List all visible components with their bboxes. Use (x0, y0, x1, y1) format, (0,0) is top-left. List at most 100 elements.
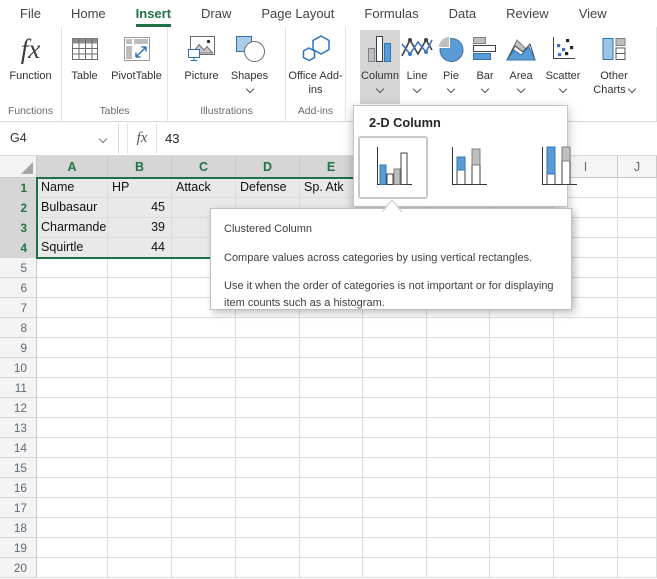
row-header-6[interactable]: 6 (0, 278, 37, 298)
cell-h18[interactable] (490, 518, 554, 538)
tab-insert[interactable]: Insert (135, 0, 172, 27)
row-header-11[interactable]: 11 (0, 378, 37, 398)
cell-e17[interactable] (300, 498, 363, 518)
cell-b17[interactable] (108, 498, 172, 518)
cell-d13[interactable] (236, 418, 300, 438)
row-header-9[interactable]: 9 (0, 338, 37, 358)
row-header-2[interactable]: 2 (0, 198, 37, 218)
cell-h14[interactable] (490, 438, 554, 458)
cell-j20[interactable] (618, 558, 657, 578)
cell-b19[interactable] (108, 538, 172, 558)
cell-i20[interactable] (554, 558, 618, 578)
cell-a7[interactable] (37, 298, 108, 318)
cell-e14[interactable] (300, 438, 363, 458)
cell-d12[interactable] (236, 398, 300, 418)
cell-e8[interactable] (300, 318, 363, 338)
row-header-5[interactable]: 5 (0, 258, 37, 278)
cell-h10[interactable] (490, 358, 554, 378)
row-header-13[interactable]: 13 (0, 418, 37, 438)
cell-g15[interactable] (427, 458, 490, 478)
cell-g16[interactable] (427, 478, 490, 498)
cell-i17[interactable] (554, 498, 618, 518)
cell-i14[interactable] (554, 438, 618, 458)
cell-a19[interactable] (37, 538, 108, 558)
cell-e12[interactable] (300, 398, 363, 418)
cell-d1[interactable]: Defense (236, 178, 300, 198)
cell-j11[interactable] (618, 378, 657, 398)
tab-page-layout[interactable]: Page Layout (261, 0, 334, 27)
cell-f18[interactable] (363, 518, 427, 538)
cell-a6[interactable] (37, 278, 108, 298)
table-button[interactable]: Table (63, 30, 107, 104)
cell-b10[interactable] (108, 358, 172, 378)
cell-e18[interactable] (300, 518, 363, 538)
cell-b20[interactable] (108, 558, 172, 578)
cell-c15[interactable] (172, 458, 236, 478)
dropdown-chevron-icon[interactable] (558, 84, 568, 93)
cell-i18[interactable] (554, 518, 618, 538)
name-box[interactable]: G4 (0, 123, 119, 154)
cell-b8[interactable] (108, 318, 172, 338)
cell-f20[interactable] (363, 558, 427, 578)
cell-j4[interactable] (618, 238, 657, 258)
cell-i12[interactable] (554, 398, 618, 418)
cell-c16[interactable] (172, 478, 236, 498)
cell-j12[interactable] (618, 398, 657, 418)
cell-f19[interactable] (363, 538, 427, 558)
cell-f10[interactable] (363, 358, 427, 378)
cell-g20[interactable] (427, 558, 490, 578)
cell-c9[interactable] (172, 338, 236, 358)
cell-i8[interactable] (554, 318, 618, 338)
stacked-column-option[interactable] (436, 136, 500, 194)
column-header-j[interactable]: J (618, 156, 657, 178)
cell-h16[interactable] (490, 478, 554, 498)
cell-e20[interactable] (300, 558, 363, 578)
office-add-ins-button[interactable]: Office Add-ins (288, 30, 344, 104)
tab-data[interactable]: Data (449, 0, 476, 27)
row-header-10[interactable]: 10 (0, 358, 37, 378)
cell-d18[interactable] (236, 518, 300, 538)
cell-d17[interactable] (236, 498, 300, 518)
cell-a9[interactable] (37, 338, 108, 358)
stacked-column-100-option[interactable] (526, 136, 590, 194)
column-button[interactable]: Column (360, 30, 400, 104)
area-button[interactable]: Area (502, 30, 540, 104)
cell-j14[interactable] (618, 438, 657, 458)
cell-g11[interactable] (427, 378, 490, 398)
cell-a12[interactable] (37, 398, 108, 418)
cell-h17[interactable] (490, 498, 554, 518)
cell-h20[interactable] (490, 558, 554, 578)
row-header-4[interactable]: 4 (0, 238, 37, 258)
dropdown-chevron-icon[interactable] (627, 84, 636, 93)
cell-f8[interactable] (363, 318, 427, 338)
cell-d10[interactable] (236, 358, 300, 378)
cell-a8[interactable] (37, 318, 108, 338)
cell-f17[interactable] (363, 498, 427, 518)
cell-e16[interactable] (300, 478, 363, 498)
cell-g13[interactable] (427, 418, 490, 438)
cell-f11[interactable] (363, 378, 427, 398)
cell-g19[interactable] (427, 538, 490, 558)
cell-a5[interactable] (37, 258, 108, 278)
pivottable-button[interactable]: PivotTable (107, 30, 167, 104)
cell-h13[interactable] (490, 418, 554, 438)
cell-i16[interactable] (554, 478, 618, 498)
function-button[interactable]: fx Function (3, 30, 59, 104)
cell-a17[interactable] (37, 498, 108, 518)
cell-a3[interactable]: Charmander (37, 218, 108, 238)
cell-b5[interactable] (108, 258, 172, 278)
cell-b2[interactable]: 45 (108, 198, 172, 218)
cell-a10[interactable] (37, 358, 108, 378)
tab-view[interactable]: View (579, 0, 607, 27)
cell-g9[interactable] (427, 338, 490, 358)
cell-h12[interactable] (490, 398, 554, 418)
cell-b15[interactable] (108, 458, 172, 478)
cell-g17[interactable] (427, 498, 490, 518)
cell-a16[interactable] (37, 478, 108, 498)
cell-c12[interactable] (172, 398, 236, 418)
select-all-button[interactable] (0, 156, 37, 178)
tab-home[interactable]: Home (71, 0, 106, 27)
dropdown-chevron-icon[interactable] (412, 84, 422, 93)
cell-j2[interactable] (618, 198, 657, 218)
cell-b3[interactable]: 39 (108, 218, 172, 238)
